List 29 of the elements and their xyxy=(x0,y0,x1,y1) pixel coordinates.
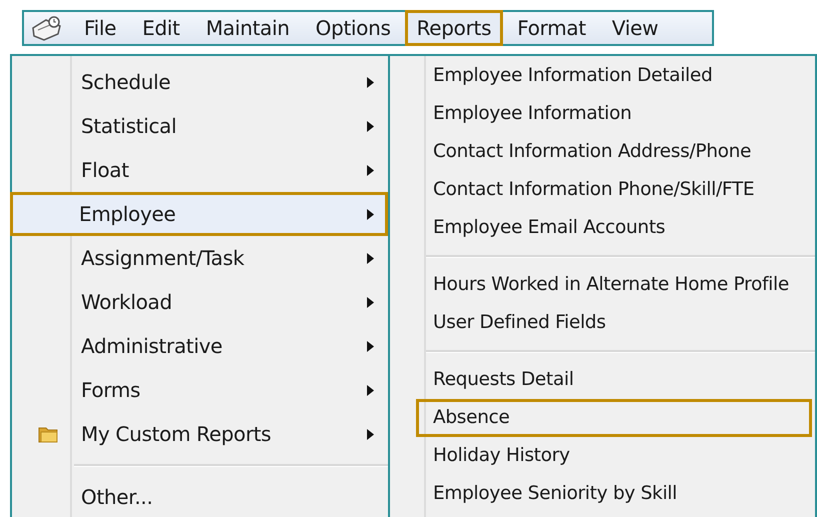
menu-item[interactable]: Contact Information Phone/Skill/FTE xyxy=(390,171,815,209)
menu-item[interactable]: User Defined Fields xyxy=(390,304,815,342)
menu-item[interactable]: Options xyxy=(304,10,403,46)
menu-item[interactable]: Contact Information Address/Phone xyxy=(390,133,815,171)
menu-item[interactable]: Requests Detail xyxy=(390,361,815,399)
menu-item[interactable]: Employee xyxy=(10,192,388,236)
menu-item[interactable]: Reports xyxy=(404,10,504,46)
menu-item[interactable]: Workload xyxy=(12,280,388,324)
menu-item[interactable]: Holiday History xyxy=(390,437,815,475)
menu-item[interactable]: Other... xyxy=(12,475,388,517)
menu-item[interactable]: Float xyxy=(12,148,388,192)
menu-item[interactable]: Employee Information Detailed xyxy=(390,57,815,95)
app-logo-icon xyxy=(30,14,64,42)
menu-item[interactable]: Employee Seniority by Skill xyxy=(390,475,815,513)
menu-item[interactable]: Forms xyxy=(12,368,388,412)
menu-item[interactable]: Administrative xyxy=(12,324,388,368)
menu-item[interactable]: Assignment/Task xyxy=(12,236,388,280)
menu-item[interactable]: Absence xyxy=(416,399,812,437)
menu-item[interactable]: Maintain xyxy=(194,10,302,46)
menu-item[interactable]: Statistical xyxy=(12,104,388,148)
menu-item[interactable]: Employee Email Accounts xyxy=(390,209,815,247)
menu-item[interactable]: Employee Information xyxy=(390,95,815,133)
menu-item[interactable]: View xyxy=(600,10,670,46)
menu-item[interactable]: My Custom Reports xyxy=(12,412,388,456)
menu-item[interactable]: Format xyxy=(505,10,598,46)
menu-item[interactable]: Edit xyxy=(130,10,192,46)
menu-item[interactable]: File xyxy=(72,10,128,46)
menu-item[interactable]: Hours Worked in Alternate Home Profile xyxy=(390,266,815,304)
menu-item[interactable]: Schedule xyxy=(12,60,388,104)
